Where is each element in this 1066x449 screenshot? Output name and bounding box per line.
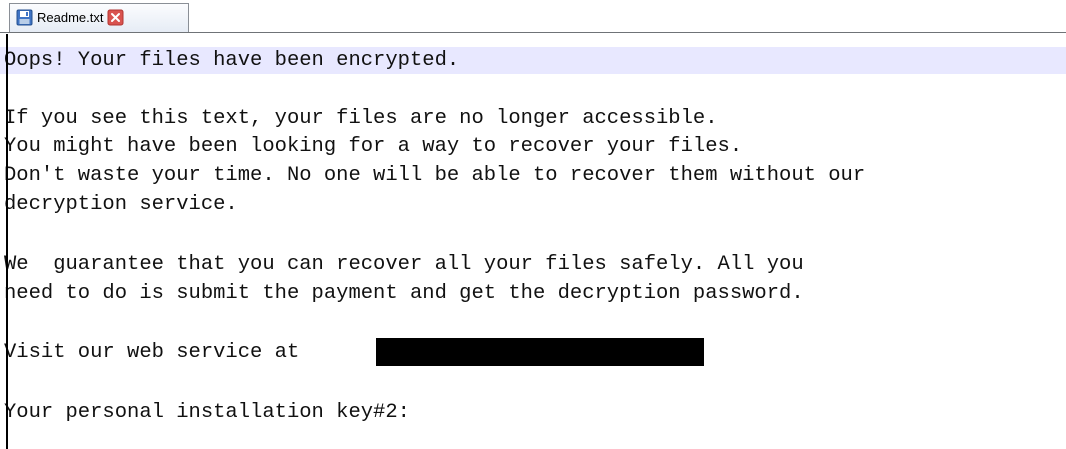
editor-line-8: We guarantee that you can recover all yo… bbox=[4, 253, 804, 276]
notepad-window: Readme.txt Oops! Your files have been en… bbox=[0, 0, 1066, 449]
tab-readme[interactable]: Readme.txt bbox=[9, 3, 189, 32]
redacted-url-block bbox=[376, 338, 704, 366]
editor-line-3: If you see this text, your files are no … bbox=[4, 107, 718, 130]
editor-line-1: Oops! Your files have been encrypted. bbox=[4, 49, 460, 72]
close-icon[interactable] bbox=[107, 9, 124, 26]
tab-bar: Readme.txt bbox=[0, 0, 1066, 33]
tab-bar-divider bbox=[0, 32, 1066, 33]
save-disk-icon bbox=[16, 9, 33, 26]
editor-line-5: Don't waste your time. No one will be ab… bbox=[4, 164, 866, 187]
editor-line-4: You might have been looking for a way to… bbox=[4, 135, 743, 158]
editor-line-6: decryption service. bbox=[4, 193, 238, 216]
editor-line-11: Visit our web service at bbox=[4, 341, 300, 364]
tab-filename: Readme.txt bbox=[37, 10, 104, 25]
editor-line-13: Your personal installation key#2: bbox=[4, 401, 410, 424]
editor-line-9: need to do is submit the payment and get… bbox=[4, 282, 804, 305]
left-margin-bar bbox=[6, 34, 8, 449]
text-editor[interactable]: Oops! Your files have been encrypted. If… bbox=[0, 34, 1066, 449]
